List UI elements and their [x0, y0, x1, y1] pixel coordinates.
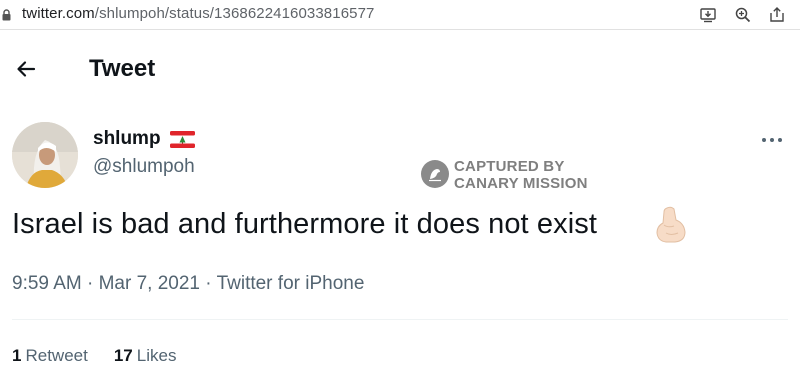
watermark: CAPTURED BY CANARY MISSION	[421, 158, 621, 192]
avatar[interactable]	[12, 122, 78, 188]
likes-count: 17	[113, 346, 133, 365]
canary-mission-logo-icon	[421, 160, 449, 188]
watermark-line-2: CANARY MISSION	[454, 175, 588, 192]
tweet-stats: 1 Retweet 17 Likes	[12, 346, 176, 366]
tweet-time[interactable]: 9:59 AM	[12, 273, 82, 294]
pinched-fingers-emoji-icon	[656, 206, 686, 243]
url-path: /shlumpoh/status/1368622416033816577	[94, 5, 375, 22]
back-arrow-icon[interactable]	[14, 57, 38, 81]
retweets-label: Retweet	[25, 346, 88, 365]
watermark-text: CAPTURED BY CANARY MISSION	[454, 158, 588, 192]
lebanon-flag-icon	[170, 131, 195, 148]
tweet-date[interactable]: Mar 7, 2021	[99, 273, 200, 294]
browser-address-bar: twitter.com/shlumpoh/status/136862241603…	[0, 0, 800, 30]
url-domain: twitter.com	[22, 5, 95, 22]
display-name[interactable]: shlump	[93, 128, 161, 150]
share-icon[interactable]	[767, 5, 787, 25]
tweet-source[interactable]: Twitter for iPhone	[217, 273, 365, 294]
user-handle[interactable]: @shlumpoh	[93, 156, 195, 178]
zoom-icon[interactable]	[733, 5, 753, 25]
likes-label: Likes	[136, 346, 177, 365]
lock-icon	[2, 9, 11, 21]
tweet-metadata: 9:59 AM · Mar 7, 2021 · Twitter for iPho…	[12, 273, 364, 295]
page-title: Tweet	[89, 55, 156, 82]
watermark-line-1: CAPTURED BY	[454, 158, 565, 175]
divider	[12, 319, 788, 320]
likes-stat[interactable]: 17 Likes	[114, 346, 177, 366]
retweets-count: 1	[12, 346, 22, 365]
more-options-icon[interactable]	[759, 134, 785, 146]
meta-separator: ·	[87, 273, 94, 294]
url-field[interactable]: twitter.com/shlumpoh/status/136862241603…	[22, 5, 374, 22]
meta-separator: ·	[205, 273, 212, 294]
install-icon[interactable]	[698, 5, 718, 25]
tweet-text: Israel is bad and furthermore it does no…	[12, 208, 597, 240]
retweets-stat[interactable]: 1 Retweet	[12, 346, 88, 366]
